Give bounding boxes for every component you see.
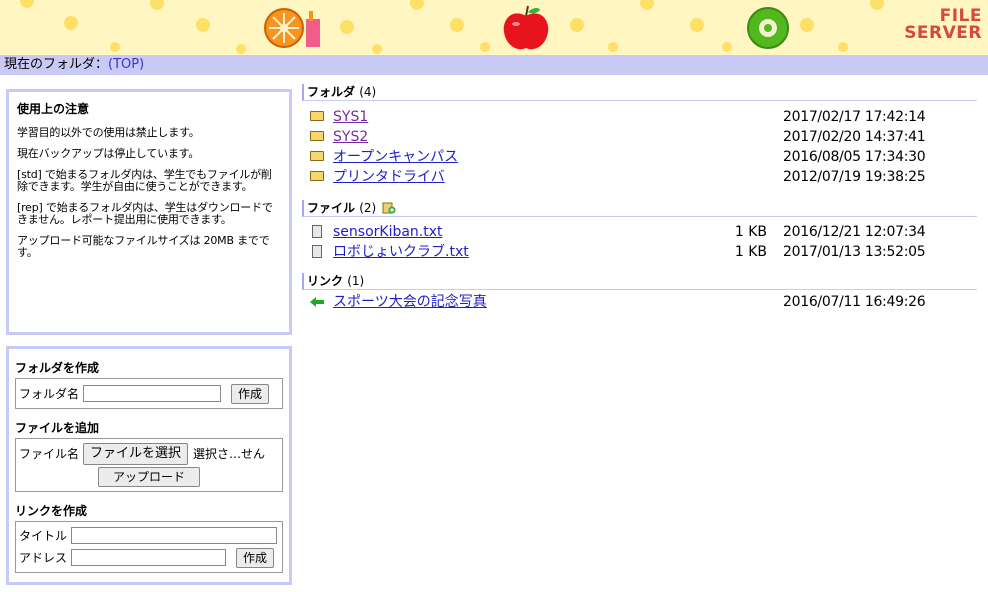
folders-heading: フォルダ (4)	[302, 84, 977, 101]
decor-dot	[570, 18, 584, 32]
file-icon	[312, 225, 322, 238]
file-icon	[312, 245, 322, 258]
files-count: (2)	[359, 201, 377, 215]
files-section: ファイル (2) sensorKiban.txt 1 KB 2016/12/21…	[302, 200, 977, 262]
create-folder-title: フォルダを作成	[15, 361, 100, 375]
links-section: リンク (1) スポーツ大会の記念写真 2016/07/11 16:49:26	[302, 273, 977, 312]
folder-link[interactable]: SYS1	[333, 107, 368, 127]
decor-dot	[64, 16, 78, 30]
decor-dot	[870, 0, 884, 10]
folder-date: 2017/02/20 14:37:41	[783, 129, 926, 145]
folder-name-input[interactable]	[83, 385, 222, 402]
create-link-form: タイトル アドレス 作成	[15, 521, 283, 573]
decor-dot	[372, 44, 382, 54]
folder-date: 2012/07/19 19:38:25	[783, 169, 926, 185]
decor-dot	[722, 42, 732, 52]
folder-date: 2016/08/05 17:34:30	[783, 149, 926, 165]
decor-dot	[838, 42, 848, 52]
create-folder-form: フォルダ名 作成	[15, 378, 283, 409]
decor-dot	[450, 18, 464, 32]
breadcrumb: 現在のフォルダ：(TOP)	[0, 55, 988, 75]
link-title-input[interactable]	[71, 527, 277, 544]
header-banner: FILE SERVER	[0, 0, 988, 55]
notice-line: [rep] で始まるフォルダ内は、学生はダウンロードできません。レポート提出用に…	[17, 201, 273, 226]
folders-heading-label: フォルダ	[307, 85, 356, 99]
file-link[interactable]: ロボじょいクラブ.txt	[333, 242, 469, 262]
create-link-button[interactable]: 作成	[236, 547, 275, 568]
decor-dot	[110, 42, 120, 52]
decor-dot	[20, 0, 34, 8]
file-link[interactable]: sensorKiban.txt	[333, 222, 443, 242]
folder-row: SYS2 2017/02/20 14:37:41	[302, 127, 977, 147]
files-heading: ファイル (2)	[302, 200, 977, 217]
apple-icon	[503, 5, 549, 50]
folder-date: 2017/02/17 17:42:14	[783, 109, 926, 125]
decor-dot	[236, 44, 246, 54]
folder-row: プリンタドライバ 2012/07/19 19:38:25	[302, 167, 977, 187]
file-size: 1 KB	[734, 224, 767, 240]
actions-panel: フォルダを作成 フォルダ名 作成 ファイルを追加 ファイル名 ファイルを選択 選…	[6, 346, 292, 585]
kiwi-icon	[747, 7, 789, 49]
link-item[interactable]: スポーツ大会の記念写真	[333, 292, 487, 312]
notice-panel: 使用上の注意 学習目的以外での使用は禁止します。 現在バックアップは停止していま…	[6, 89, 292, 335]
file-size: 1 KB	[734, 244, 767, 260]
decor-dot	[150, 0, 164, 10]
create-link-title: リンクを作成	[15, 504, 88, 518]
notice-line: 現在バックアップは停止しています。	[17, 147, 200, 160]
arrow-left-icon	[310, 297, 324, 307]
orange-icon	[264, 8, 320, 48]
folder-row: オープンキャンパス 2016/08/05 17:34:30	[302, 147, 977, 167]
links-heading-label: リンク	[307, 274, 344, 288]
file-row: sensorKiban.txt 1 KB 2016/12/21 12:07:34	[302, 222, 977, 242]
link-address-label: アドレス	[19, 551, 68, 565]
breadcrumb-current[interactable]: (TOP)	[108, 57, 144, 72]
create-folder-button[interactable]: 作成	[231, 383, 270, 404]
decor-dot	[196, 18, 210, 32]
files-heading-label: ファイル	[307, 201, 356, 215]
add-file-form: ファイル名 ファイルを選択 選択さ…せん アップロード	[15, 438, 283, 492]
file-date: 2016/12/21 12:07:34	[783, 224, 926, 240]
decor-dot	[410, 0, 424, 10]
decor-dot	[690, 18, 704, 32]
folder-name-label: フォルダ名	[19, 387, 80, 401]
notice-line: [std] で始まるフォルダ内は、学生でもファイルが削除できます。学生が自由に使…	[17, 168, 272, 193]
file-server-logo: FILE SERVER	[904, 8, 982, 42]
file-row: ロボじょいクラブ.txt 1 KB 2017/01/13 13:52:05	[302, 242, 977, 262]
decor-dot	[640, 0, 654, 10]
decor-dot	[340, 20, 354, 34]
link-date: 2016/07/11 16:49:26	[783, 294, 926, 310]
upload-button[interactable]: アップロード	[97, 466, 200, 487]
folders-section: フォルダ (4) SYS1 2017/02/17 17:42:14 SYS2 2…	[302, 84, 977, 187]
decor-dot	[800, 18, 814, 32]
decor-dot	[480, 42, 490, 52]
decor-dot	[608, 42, 618, 52]
links-heading: リンク (1)	[302, 273, 977, 290]
folder-row: SYS1 2017/02/17 17:42:14	[302, 107, 977, 127]
folder-icon	[310, 151, 324, 161]
folder-link[interactable]: オープンキャンパス	[333, 147, 458, 167]
folder-icon	[310, 131, 324, 141]
choose-file-button[interactable]: ファイルを選択	[83, 442, 189, 465]
breadcrumb-label: 現在のフォルダ：	[4, 57, 109, 72]
folder-icon	[310, 171, 324, 181]
notice-line: 学習目的以外での使用は禁止します。	[17, 126, 200, 139]
link-row: スポーツ大会の記念写真 2016/07/11 16:49:26	[302, 292, 977, 312]
folders-count: (4)	[359, 85, 377, 99]
logo-line-2: SERVER	[904, 23, 982, 43]
link-title-label: タイトル	[19, 529, 68, 543]
file-date: 2017/01/13 13:52:05	[783, 244, 926, 260]
file-choose-status: 選択さ…せん	[193, 447, 266, 461]
notice-title: 使用上の注意	[17, 102, 90, 116]
add-file-icon[interactable]	[382, 201, 396, 214]
folder-link[interactable]: プリンタドライバ	[333, 167, 445, 187]
folder-link[interactable]: SYS2	[333, 127, 368, 147]
file-name-label: ファイル名	[19, 447, 80, 461]
folder-icon	[310, 111, 324, 121]
notice-line: アップロード可能なファイルサイズは 20MB までです。	[17, 234, 270, 259]
add-file-title: ファイルを追加	[15, 421, 100, 435]
link-address-input[interactable]	[71, 549, 226, 566]
links-count: (1)	[347, 274, 365, 288]
